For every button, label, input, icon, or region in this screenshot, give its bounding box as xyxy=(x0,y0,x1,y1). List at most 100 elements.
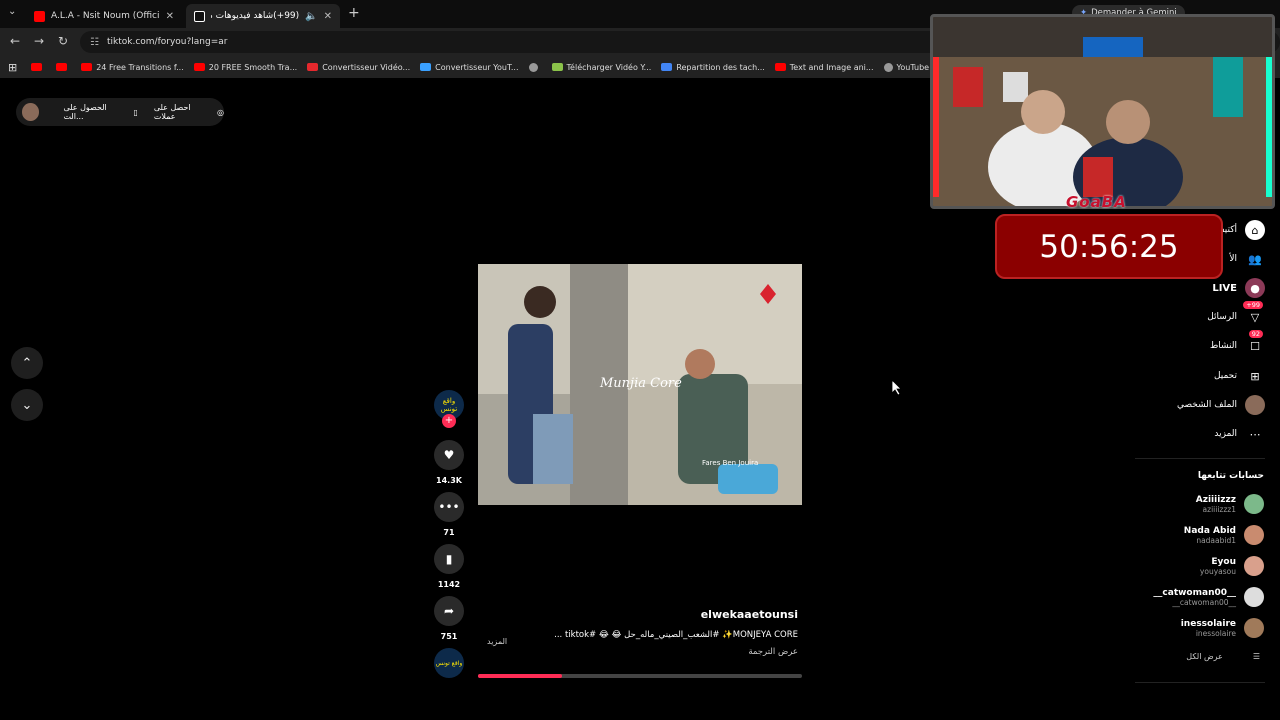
bookmark-item[interactable]: Convertisseur YouT... xyxy=(420,62,519,72)
bookmark-item[interactable] xyxy=(31,63,46,71)
like-button[interactable]: ♥ 14.3K xyxy=(432,440,466,485)
bookmark-item[interactable]: 24 Free Transitions f... xyxy=(81,63,184,72)
bookmark-item[interactable]: Text and Image ani... xyxy=(774,62,874,72)
next-video-button[interactable]: ⌄ xyxy=(11,389,43,421)
top-actions-pill: الحصول على الت... ▯ احصل على عملات ◎ xyxy=(16,98,224,126)
video-progress-fill xyxy=(478,674,563,678)
z-converter-icon xyxy=(307,63,319,71)
friends-icon: 👥 xyxy=(1248,252,1262,266)
sidebar-divider xyxy=(1135,682,1265,683)
new-tab-button[interactable]: + xyxy=(348,5,360,21)
account-name: Nada Abid xyxy=(1183,525,1236,536)
more-link[interactable]: المزيد xyxy=(487,637,507,646)
sidebar-item-live[interactable]: ● LIVE xyxy=(1212,278,1265,298)
reload-icon[interactable]: ↻ xyxy=(58,34,68,48)
tab-ala-nsit-noum[interactable]: A.L.A - Nsit Noum (Official Mus ✕ xyxy=(26,4,182,28)
close-tab-icon[interactable]: ✕ xyxy=(324,11,332,22)
video-credit: Fares Ben Jouira xyxy=(702,459,759,467)
get-app-button[interactable]: الحصول على الت... xyxy=(63,103,127,121)
account-item[interactable]: inessolaire inessolaire xyxy=(1104,614,1264,642)
previous-video-button[interactable]: ⌃ xyxy=(11,347,43,379)
bookmark-item[interactable] xyxy=(528,62,542,72)
close-tab-icon[interactable]: ✕ xyxy=(166,11,174,22)
account-item[interactable]: Aziiiizzz aziiiizzz1 xyxy=(1104,490,1264,518)
bookmark-icon: ▮ xyxy=(434,544,464,574)
site-info-icon[interactable]: ☷ xyxy=(90,37,99,48)
comment-count: 71 xyxy=(443,528,455,537)
back-icon[interactable]: ← xyxy=(10,34,20,48)
following-section-title: حسابات تتابعها xyxy=(1197,471,1264,481)
disc-badge-text: واقع تونس xyxy=(435,659,463,667)
webcam-image xyxy=(933,17,1272,206)
account-item[interactable]: __catwoman00__ __catwoman00__ xyxy=(1104,583,1264,611)
avatar xyxy=(1244,525,1264,545)
inbox-icon: ▽ 99+ xyxy=(1243,301,1265,327)
comment-button[interactable]: ••• 71 xyxy=(432,492,466,537)
bookmark-item[interactable]: Télécharger Vidéo Y... xyxy=(551,63,651,72)
follow-plus-icon[interactable]: + xyxy=(442,414,456,428)
bookmark-item[interactable] xyxy=(56,63,71,71)
sidebar-item-profile[interactable]: الملف الشخصي xyxy=(1177,395,1265,415)
video-progress-bar[interactable] xyxy=(478,674,802,678)
author-name[interactable]: elwekaaetounsi xyxy=(478,608,798,621)
sidebar-item-messages[interactable]: ▽ 99+ الرسائل xyxy=(1207,301,1265,327)
youtube-icon xyxy=(774,63,786,71)
author-avatar-button[interactable]: واقع تونس + xyxy=(432,390,466,428)
account-handle: aziiiizzz1 xyxy=(1202,504,1236,514)
youtube-icon xyxy=(34,10,45,22)
video-player[interactable]: Munjia Core Fares Ben Jouira xyxy=(478,264,802,505)
author-badge-text: واقع تونس xyxy=(440,397,458,413)
bookmark-item[interactable]: Repartition des tach... xyxy=(661,63,765,72)
tab-search-chevron-icon[interactable]: ⌄ xyxy=(8,6,16,17)
apps-grid-icon[interactable]: ⊞ xyxy=(8,61,17,74)
globe-icon xyxy=(883,62,893,72)
see-all-button[interactable]: عرض الكل ☰ xyxy=(1186,652,1260,661)
share-icon: ➦ xyxy=(434,596,464,626)
speaker-icon[interactable]: 🔈 xyxy=(305,11,317,22)
bookmark-label: Text and Image ani... xyxy=(789,62,874,72)
url-text: tiktok.com/foryou?lang=ar xyxy=(106,37,228,47)
bookmark-label: 24 Free Transitions f... xyxy=(96,62,184,72)
account-handle: youyasou xyxy=(1199,566,1236,576)
comment-icon: ••• xyxy=(434,492,464,522)
see-all-label: عرض الكل xyxy=(1186,652,1223,661)
video-description: MONJEYA CORE✨ #الشعب_الصيني_ماله_حل 😂 😂 … xyxy=(554,630,798,640)
sidebar-item-activity[interactable]: ☐ 92 النشاط xyxy=(1210,330,1265,356)
music-disc-button[interactable]: واقع تونس xyxy=(432,648,466,678)
activity-icon: ☐ 92 xyxy=(1245,330,1265,356)
avatar[interactable] xyxy=(22,103,40,121)
account-item[interactable]: Eyou youyasou xyxy=(1104,552,1264,580)
save-button[interactable]: ▮ 1142 xyxy=(432,544,466,589)
bookmark-item[interactable]: Convertisseur Vidéo... xyxy=(307,63,410,72)
docs-icon xyxy=(661,63,673,71)
music-disc-icon: واقع تونس xyxy=(434,648,464,678)
avatar xyxy=(1244,494,1264,514)
bookmark-item[interactable]: 20 FREE Smooth Tra... xyxy=(193,62,298,72)
forward-icon[interactable]: → xyxy=(34,34,44,48)
get-coins-button[interactable]: احصل على عملات xyxy=(154,103,213,121)
youtube-icon xyxy=(81,63,93,71)
download-icon xyxy=(551,63,563,71)
share-button[interactable]: ➦ 751 xyxy=(432,596,466,641)
sidebar-divider xyxy=(1135,458,1265,459)
like-count: 14.3K xyxy=(436,476,462,485)
account-handle: __catwoman00__ xyxy=(1172,597,1236,607)
converter-icon xyxy=(420,63,432,71)
sidebar-item-more[interactable]: ⋯ المزيد xyxy=(1214,424,1265,444)
globe-icon xyxy=(528,62,538,72)
sidebar-item-upload[interactable]: ⊞ تحميل xyxy=(1214,366,1265,386)
avatar xyxy=(1244,556,1264,576)
tab-tiktok[interactable]: (99+)شاهد فيديوهات متصدر 🔈 ✕ xyxy=(186,4,340,28)
account-handle: inessolaire xyxy=(1195,628,1236,638)
avatar xyxy=(1244,618,1264,638)
webcam-overlay xyxy=(930,14,1275,209)
stream-timer: 50:56:25 xyxy=(995,214,1223,279)
sidebar-item-friends[interactable]: 👥 الأ xyxy=(1229,249,1265,269)
video-watermark: Munjia Core xyxy=(600,376,682,391)
chevron-up-icon: ⌃ xyxy=(21,355,33,371)
youtube-icon xyxy=(56,63,68,71)
translate-link[interactable]: عرض الترجمة xyxy=(478,647,798,657)
bookmark-label: 20 FREE Smooth Tra... xyxy=(208,62,298,72)
bookmark-label: Convertisseur YouT... xyxy=(435,62,519,72)
account-item[interactable]: Nada Abid nadaabid1 xyxy=(1104,521,1264,549)
